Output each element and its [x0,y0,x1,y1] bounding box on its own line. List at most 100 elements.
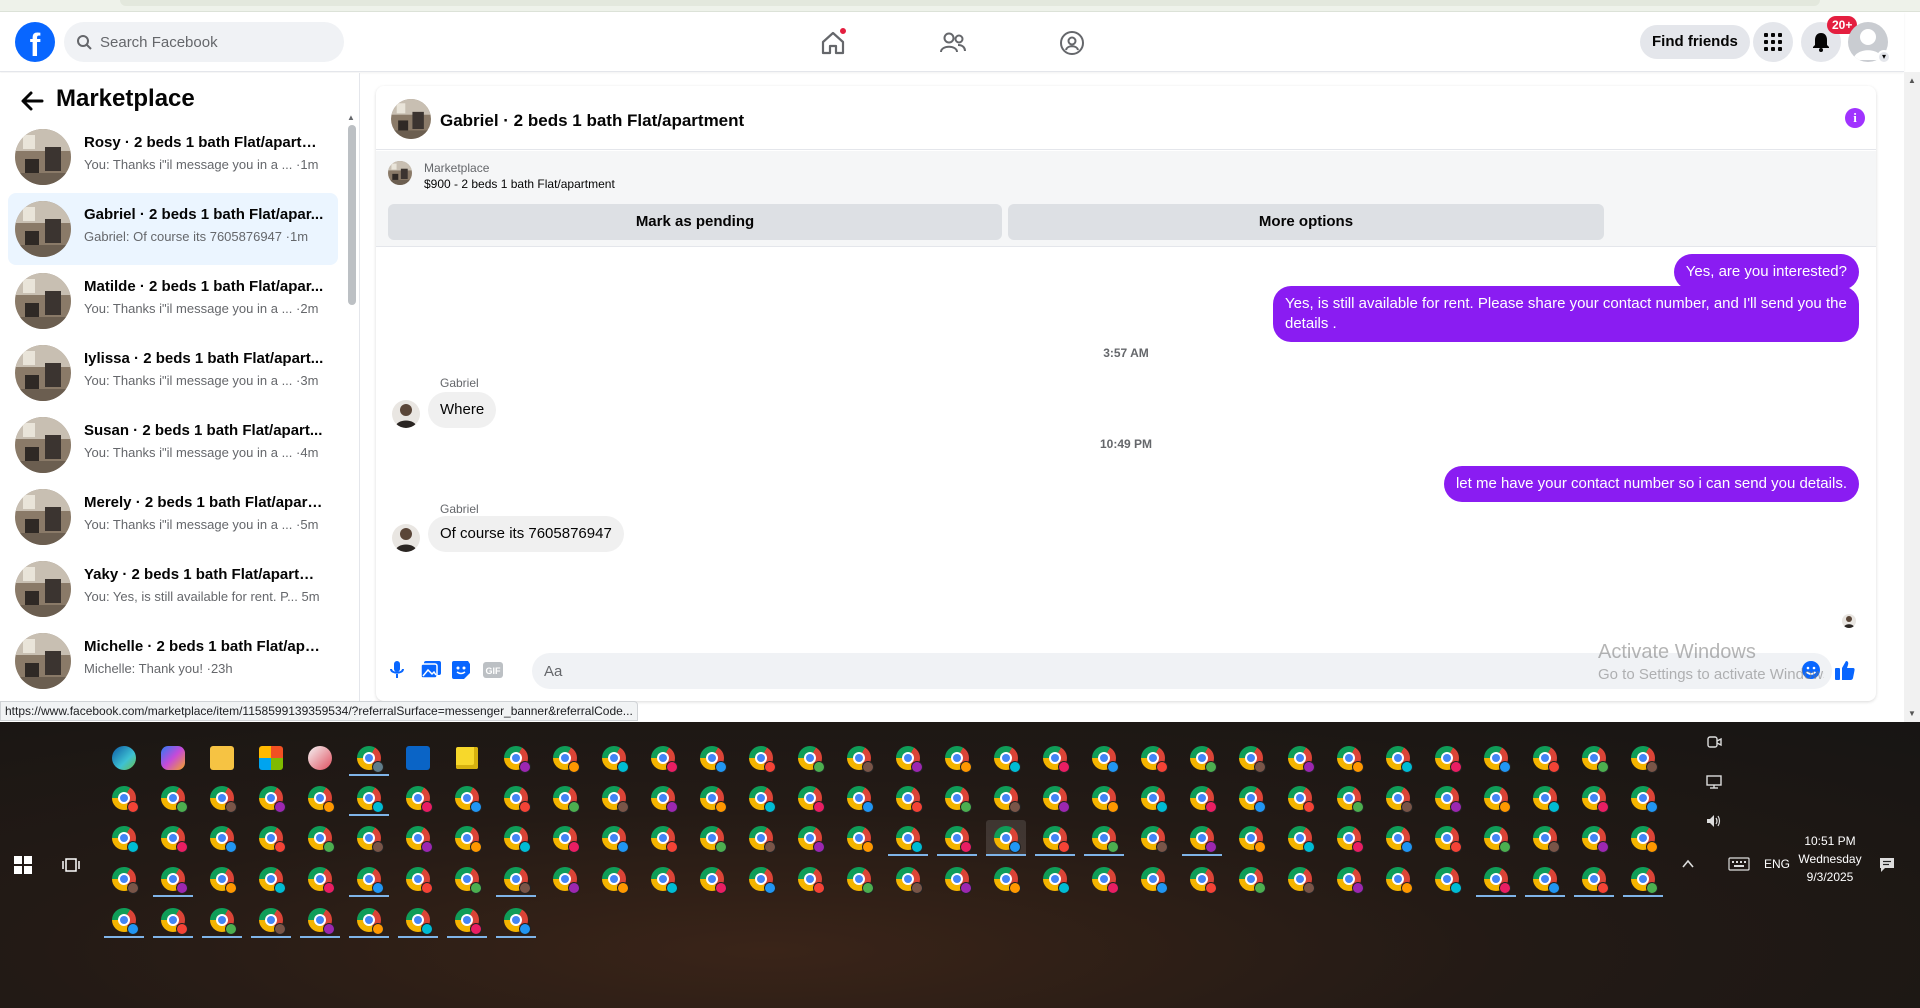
message-bubble-outgoing[interactable]: let me have your contact number so i can… [1443,466,1859,502]
paint-icon[interactable] [300,740,340,776]
chrome-profile-icon[interactable] [496,861,536,897]
sender-avatar[interactable] [392,400,420,428]
facebook-logo-icon[interactable]: f [15,22,55,62]
scroll-up-arrow-icon[interactable]: ▲ [347,113,355,122]
page-scrollbar[interactable]: ▲ ▼ [1904,72,1920,722]
chrome-profile-icon[interactable] [1231,820,1271,856]
chrome-profile-icon[interactable] [888,780,928,816]
language-indicator[interactable]: ENG [1764,857,1790,871]
chrome-profile-icon[interactable] [1084,861,1124,897]
chrome-profile-icon[interactable] [545,861,585,897]
chrome-profile-icon[interactable] [1574,820,1614,856]
chrome-profile-icon[interactable] [300,820,340,856]
chrome-profile-icon[interactable] [496,780,536,816]
chrome-profile-icon[interactable] [692,780,732,816]
microsoft-store-icon[interactable] [251,740,291,776]
windows-start-icon[interactable] [14,856,32,874]
chrome-profile-icon[interactable] [986,820,1026,856]
chrome-profile-icon[interactable] [1623,861,1663,897]
volume-icon[interactable] [1706,813,1722,829]
chrome-profile-icon[interactable] [937,780,977,816]
chrome-profile-icon[interactable] [447,861,487,897]
chrome-profile-icon[interactable] [643,861,683,897]
message-bubble-outgoing[interactable]: Yes, are you interested? [1673,254,1859,290]
chrome-profile-icon[interactable] [1035,861,1075,897]
chrome-profile-icon[interactable] [496,820,536,856]
chrome-profile-icon[interactable] [1035,820,1075,856]
chrome-profile-icon[interactable] [1329,780,1369,816]
chrome-profile-icon[interactable] [1427,820,1467,856]
chrome-profile-icon[interactable] [496,740,536,776]
chrome-profile-icon[interactable] [1182,820,1222,856]
chrome-profile-icon[interactable] [1280,780,1320,816]
photo-attach-icon[interactable] [420,659,442,681]
chrome-profile-icon[interactable] [1182,740,1222,776]
conversation-item[interactable]: Yaky · 2 beds 1 bath Flat/apartm... You: … [8,553,338,625]
chrome-profile-icon[interactable] [1525,740,1565,776]
chrome-profile-icon[interactable] [104,861,144,897]
chevron-down-icon[interactable]: ▾ [1877,50,1891,64]
chrome-profile-icon[interactable] [1133,820,1173,856]
chrome-profile-icon[interactable] [153,861,193,897]
chrome-profile-icon[interactable] [545,740,585,776]
chrome-profile-icon[interactable] [1476,861,1516,897]
chrome-profile-icon[interactable] [741,780,781,816]
message-bubble-outgoing[interactable]: Yes, is still available for rent. Please… [1273,286,1859,342]
chrome-profile-icon[interactable] [888,820,928,856]
chrome-profile-icon[interactable] [1525,780,1565,816]
chrome-profile-icon[interactable] [1280,740,1320,776]
microphone-icon[interactable] [386,659,408,681]
conversation-item[interactable]: Iylissa · 2 beds 1 bath Flat/apart... You… [8,337,338,409]
mark-as-pending-button[interactable]: Mark as pending [388,204,1002,240]
chrome-profile-icon[interactable] [1329,861,1369,897]
chrome-profile-icon[interactable] [1623,820,1663,856]
chrome-profile-icon[interactable] [839,861,879,897]
chrome-icon[interactable] [349,740,389,776]
conversation-item[interactable]: Gabriel · 2 beds 1 bath Flat/apar... Gabr… [8,193,338,265]
copilot-icon[interactable] [153,740,193,776]
chrome-profile-icon[interactable] [447,780,487,816]
chrome-profile-icon[interactable] [153,780,193,816]
chrome-profile-icon[interactable] [1574,740,1614,776]
display-icon[interactable] [1706,774,1722,790]
search-box[interactable]: Search Facebook [64,22,344,62]
chrome-profile-icon[interactable] [153,820,193,856]
chrome-profile-icon[interactable] [104,780,144,816]
chrome-profile-icon[interactable] [643,740,683,776]
chrome-profile-icon[interactable] [888,740,928,776]
chrome-profile-icon[interactable] [937,820,977,856]
chrome-profile-icon[interactable] [447,820,487,856]
chrome-profile-icon[interactable] [1476,740,1516,776]
chrome-profile-icon[interactable] [153,902,193,938]
chrome-profile-icon[interactable] [1231,780,1271,816]
chrome-profile-icon[interactable] [104,902,144,938]
chrome-profile-icon[interactable] [643,820,683,856]
chrome-profile-icon[interactable] [1084,740,1124,776]
friends-nav-icon[interactable] [938,28,968,58]
sticky-notes-icon[interactable] [447,740,487,776]
chat-listing-avatar[interactable] [391,99,431,139]
chrome-profile-icon[interactable] [251,780,291,816]
menu-grid-icon[interactable] [1753,22,1793,62]
chrome-profile-icon[interactable] [790,780,830,816]
listing-thumbnail[interactable] [388,161,412,185]
chrome-profile-icon[interactable] [1329,820,1369,856]
chrome-profile-icon[interactable] [594,820,634,856]
chrome-profile-icon[interactable] [839,740,879,776]
find-friends-button[interactable]: Find friends [1640,25,1750,59]
chrome-profile-icon[interactable] [839,820,879,856]
back-arrow-icon[interactable] [18,87,46,115]
chat-title[interactable]: Gabriel · 2 beds 1 bath Flat/apartment [440,111,744,131]
chrome-profile-icon[interactable] [1427,861,1467,897]
chrome-profile-icon[interactable] [251,902,291,938]
chrome-profile-icon[interactable] [1574,861,1614,897]
chrome-profile-icon[interactable] [1329,740,1369,776]
chrome-profile-icon[interactable] [398,861,438,897]
info-icon[interactable]: i [1845,108,1865,128]
chrome-profile-icon[interactable] [986,740,1026,776]
chrome-profile-icon[interactable] [1427,780,1467,816]
conversation-item[interactable]: Merely · 2 beds 1 bath Flat/apart... You:… [8,481,338,553]
chrome-profile-icon[interactable] [643,780,683,816]
chrome-profile-icon[interactable] [1378,861,1418,897]
sticker-icon[interactable] [450,659,472,681]
